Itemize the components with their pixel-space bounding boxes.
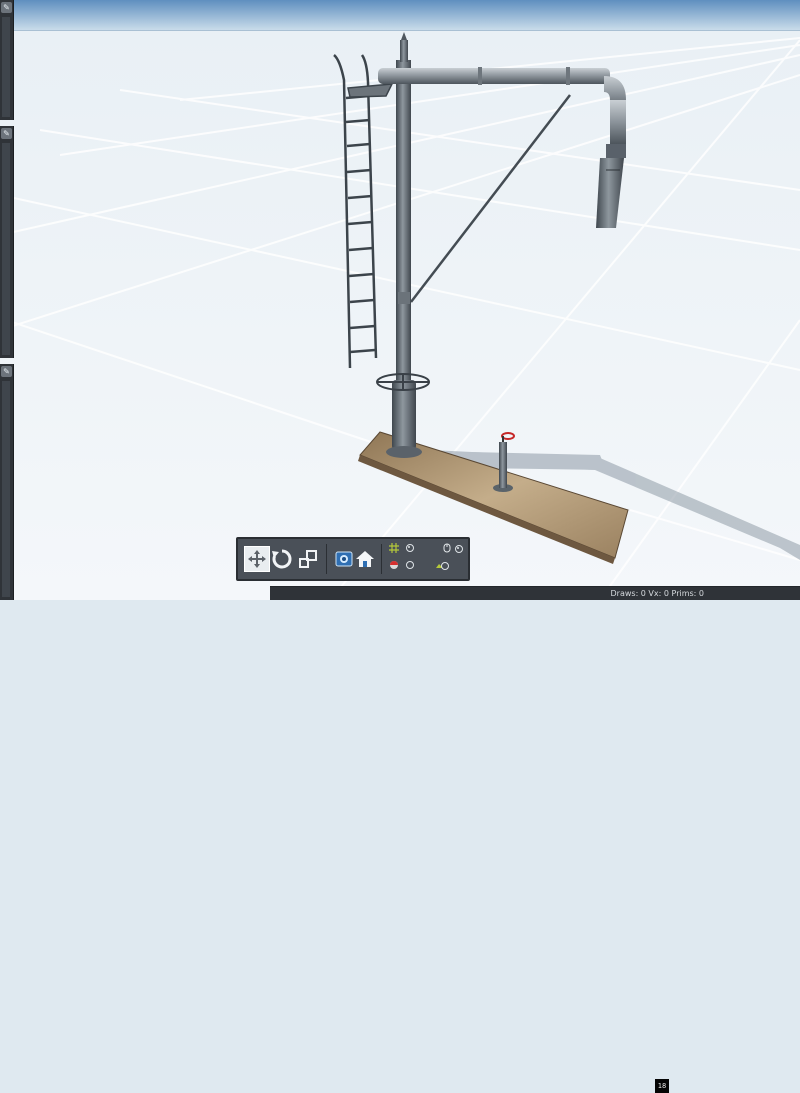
rotate-tool-button[interactable]: [269, 546, 295, 572]
object-snap-toggle[interactable]: [388, 559, 399, 570]
hand-wheel: [376, 373, 430, 391]
sky: [0, 0, 800, 30]
mouse-mode-radio[interactable]: [453, 543, 464, 554]
side-panel-middle[interactable]: ✎: [0, 126, 14, 358]
pin-icon[interactable]: ✎: [1, 2, 12, 13]
object-snap-radio[interactable]: [404, 559, 415, 570]
mouse-mode-toggle[interactable]: [441, 542, 452, 553]
scale-tool-button[interactable]: [295, 546, 321, 572]
transform-toolbar: 18: [236, 537, 669, 1093]
pin-icon[interactable]: ✎: [1, 128, 12, 139]
render-stats-text: Draws: 0 Vx: 0 Prims: 0: [610, 589, 705, 598]
snap-step-counter[interactable]: 18: [655, 1079, 669, 1093]
status-bar: Draws: 0 Vx: 0 Prims: 0: [270, 586, 800, 600]
grid-icon: [388, 542, 399, 553]
terrain-snap-radio[interactable]: [439, 560, 450, 571]
side-panel-content: [2, 143, 10, 355]
rotate-icon: [272, 549, 292, 569]
side-panel-top[interactable]: ✎: [0, 0, 14, 120]
grid-snap-toggle[interactable]: [388, 542, 399, 553]
radio-icon: [454, 544, 463, 553]
mouse-icon: [443, 543, 450, 552]
home-icon: [356, 551, 374, 567]
radio-icon: [405, 543, 414, 552]
toolbar-separator: [326, 544, 327, 574]
move-icon: [248, 550, 266, 568]
radio-icon: [440, 561, 449, 570]
home-view-button[interactable]: [352, 546, 378, 572]
side-panel-bottom[interactable]: ✎: [0, 364, 14, 600]
side-panel-content: [2, 17, 10, 117]
grid-snap-radio[interactable]: [404, 542, 415, 553]
pin-icon[interactable]: ✎: [1, 366, 12, 377]
toolbar-separator: [381, 544, 382, 574]
side-panel-content: [2, 381, 10, 597]
radio-icon: [405, 560, 414, 569]
snap-ball-icon: [389, 560, 398, 569]
scale-icon: [299, 550, 317, 568]
3d-viewport[interactable]: [0, 0, 800, 600]
move-tool-button[interactable]: [244, 546, 270, 572]
camera-view-icon: [335, 551, 353, 567]
